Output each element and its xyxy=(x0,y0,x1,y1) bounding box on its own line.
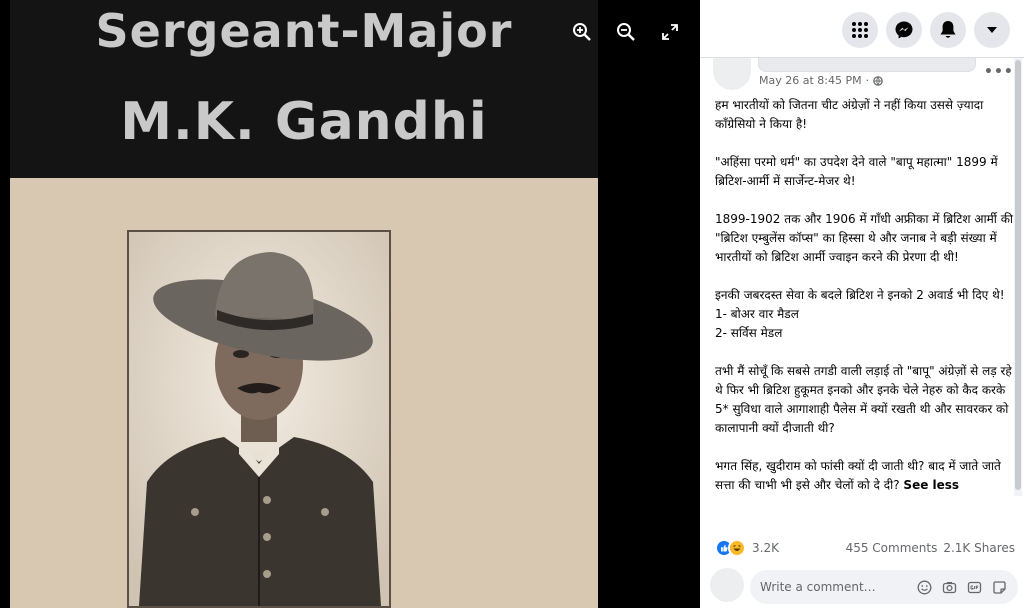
viewer-avatar[interactable] xyxy=(710,568,744,602)
comment-composer: Write a comment… xyxy=(700,568,1024,608)
zoom-out-icon[interactable] xyxy=(614,20,638,44)
post-paragraph-last: भगत सिंह, खुदीराम को फांसी क्यों दी जाती… xyxy=(715,457,1015,495)
reaction-bar: 3.2K 455 Comments 2.1K Shares xyxy=(715,538,1015,558)
post-paragraph: 1899-1902 तक और 1906 में गाँधी अफ्रीका म… xyxy=(715,212,1014,264)
media-viewer: Sergeant-Major M.K. Gandhi xyxy=(0,0,700,608)
viewer-toolbar xyxy=(570,20,682,44)
poster-title-line-1: Sergeant-Major xyxy=(95,4,513,58)
emoji-icon[interactable] xyxy=(916,579,933,596)
menu-grid-icon[interactable] xyxy=(842,12,878,48)
see-less-link[interactable]: See less xyxy=(903,478,959,492)
shares-count[interactable]: 2.1K Shares xyxy=(943,541,1015,555)
post-text: हम भारतीयों को जितना चीट अंग्रेज़ों ने न… xyxy=(715,96,1015,495)
fullscreen-icon[interactable] xyxy=(658,20,682,44)
post-paragraph: हम भारतीयों को जितना चीट अंग्रेज़ों ने न… xyxy=(715,98,984,131)
photo-viewer-page: Sergeant-Major M.K. Gandhi May 26 at 8:4… xyxy=(0,0,1024,608)
globe-icon xyxy=(873,75,883,86)
portrait-illustration xyxy=(129,232,389,606)
portrait-photo xyxy=(127,230,391,608)
notifications-bell-icon[interactable] xyxy=(930,12,966,48)
gif-icon[interactable] xyxy=(966,579,983,596)
author-avatar[interactable] xyxy=(713,58,751,90)
post-paragraph: तभी मैं सोचूँ कि सबसे तगडी वाली लड़ाई तो… xyxy=(715,364,1012,435)
comments-count[interactable]: 455 Comments xyxy=(846,541,938,555)
account-dropdown-icon[interactable] xyxy=(974,12,1010,48)
post: May 26 at 8:45 PM · ••• हम भारतीयों को ज… xyxy=(700,58,1024,608)
camera-icon[interactable] xyxy=(941,579,958,596)
messenger-icon[interactable] xyxy=(886,12,922,48)
zoom-in-icon[interactable] xyxy=(570,20,594,44)
post-paragraph: "अहिंसा परमो धर्म" का उपदेश देने वाले "ब… xyxy=(715,155,998,188)
reaction-count[interactable]: 3.2K xyxy=(752,541,779,555)
post-date-text[interactable]: May 26 at 8:45 PM xyxy=(759,74,862,87)
post-image: Sergeant-Major M.K. Gandhi xyxy=(10,0,598,608)
comment-input[interactable]: Write a comment… xyxy=(750,570,1018,604)
post-panel: May 26 at 8:45 PM · ••• हम भारतीयों को ज… xyxy=(700,0,1024,608)
comment-placeholder: Write a comment… xyxy=(760,580,876,594)
comment-tools xyxy=(916,579,1008,596)
top-bar xyxy=(700,0,1024,58)
post-timestamp: May 26 at 8:45 PM · xyxy=(759,74,883,87)
engagement-counts: 455 Comments 2.1K Shares xyxy=(846,541,1015,555)
poster-title-line-2: M.K. Gandhi xyxy=(120,92,488,152)
scrollbar-thumb[interactable] xyxy=(1015,60,1021,490)
reaction-icons[interactable] xyxy=(715,539,746,557)
post-options-icon[interactable]: ••• xyxy=(984,64,1014,80)
post-paragraph: इनकी जबरदस्त सेवा के बदले ब्रिटिश ने इनक… xyxy=(715,288,1005,340)
haha-reaction-icon xyxy=(728,539,746,557)
sticker-icon[interactable] xyxy=(991,579,1008,596)
author-name-redacted[interactable] xyxy=(758,58,976,72)
